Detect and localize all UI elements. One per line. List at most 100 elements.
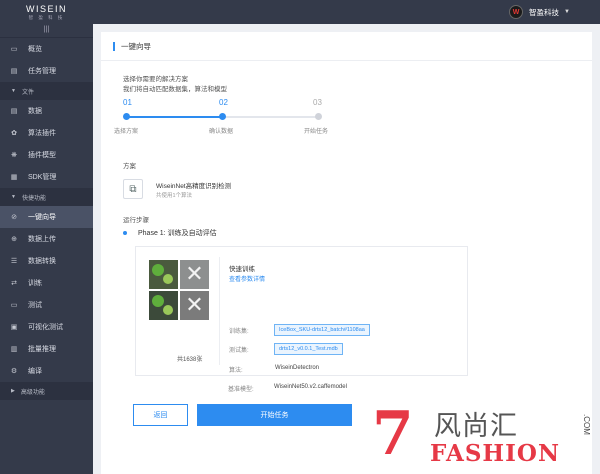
- chevron-down-icon: ▼: [564, 9, 570, 15]
- sidebar-item-algorithm-plugin[interactable]: ✿ 算法插件: [0, 122, 93, 144]
- step-label-1: 选择方案: [114, 129, 139, 135]
- dataset-thumbnail: ✕: [180, 291, 209, 320]
- step-number-3: 03: [313, 98, 322, 107]
- step-number-2: 02: [219, 98, 228, 107]
- sidebar-item-one-click-wizard[interactable]: ⊘ 一键向导: [0, 206, 93, 228]
- sidebar-group-file[interactable]: ▼ 文件: [0, 82, 93, 100]
- caret-right-icon: ▶: [11, 388, 15, 394]
- sidebar-item-label: 数据上传: [28, 236, 56, 243]
- brand-name: WISEIN: [25, 4, 67, 14]
- watermark-chinese: 风尚汇: [434, 411, 518, 441]
- sidebar-item-visual-testing[interactable]: ▣ 可视化测试: [0, 316, 93, 338]
- cog-icon: ❋: [11, 152, 17, 159]
- phase-detail-card: ✕ ✕ 共1638张 快速训练 查看参数详情 训练集: IceBox_SKU-d…: [135, 246, 468, 376]
- step-number-1: 01: [123, 98, 132, 107]
- sidebar-item-plugin-model[interactable]: ❋ 插件模型: [0, 144, 93, 166]
- bullet-icon: [123, 231, 127, 235]
- train-set-label: 训练集:: [229, 329, 249, 335]
- document-icon: ▤: [10, 68, 18, 75]
- algorithm-label: 算法:: [229, 368, 243, 374]
- sidebar-group-quick[interactable]: ▼ 快捷功能: [0, 188, 93, 206]
- sidebar-item-data[interactable]: ▤ 数据: [0, 100, 93, 122]
- phase-item: Phase 1: 训练及自动评估: [123, 228, 217, 238]
- sidebar-group-label: 快捷功能: [21, 195, 46, 202]
- instruction-subtext: 我们将自动匹配数据集，算法和模型: [123, 86, 227, 93]
- title-accent-bar: [113, 41, 115, 51]
- sidebar-item-task-management[interactable]: ▤ 任务管理: [0, 60, 93, 82]
- wizard-steps: 01 02 03 选择方案 确认数据 开始任务: [114, 98, 363, 138]
- step-connector-pending: [223, 116, 318, 118]
- x-shape-icon: ✕: [185, 292, 204, 317]
- sidebar-item-label: 一键向导: [28, 214, 56, 221]
- sidebar-item-sdk-management[interactable]: ▦ SDK管理: [0, 166, 93, 188]
- sidebar-item-training[interactable]: ⇄ 训练: [0, 272, 93, 294]
- training-mode: 快速训练: [229, 266, 255, 273]
- scheme-section-label: 方案: [123, 163, 136, 170]
- sidebar-item-overview[interactable]: ▭ 概览: [0, 38, 93, 60]
- sidebar-item-label: 算法插件: [28, 130, 56, 137]
- scheme-algorithm-count: 共使用1个算法: [156, 193, 193, 199]
- image-icon: ▣: [10, 324, 18, 331]
- panel-header: 一键向导: [101, 32, 592, 61]
- sidebar-group-advanced[interactable]: ▶ 高级功能: [0, 382, 93, 400]
- sidebar-group-label: 高级功能: [20, 389, 45, 396]
- x-shape-icon: ✕: [185, 261, 204, 286]
- brand-logo[interactable]: WISEIN 智 盈 科 技: [0, 0, 93, 24]
- sidebar-item-compile[interactable]: ⚙ 编译: [0, 360, 93, 382]
- user-name: 智盈科技: [529, 7, 560, 17]
- test-set-tag[interactable]: drts12_v0.0.1_Test.mdb: [274, 343, 343, 355]
- step-label-3: 开始任务: [304, 129, 329, 135]
- instruction-text: 选择你需要的解决方案: [123, 76, 188, 83]
- watermark-digit: 7: [372, 399, 414, 469]
- brand-subtitle: 智 盈 科 技: [28, 15, 65, 20]
- sidebar-item-batch-inference[interactable]: ▥ 批量推理: [0, 338, 93, 360]
- screen-icon: ▭: [10, 302, 18, 309]
- sidebar-item-data-conversion[interactable]: ☰ 数据转换: [0, 250, 93, 272]
- upload-icon: ⊕: [11, 236, 17, 243]
- view-params-link[interactable]: 查看参数详情: [229, 274, 265, 283]
- step-dot-1: [123, 113, 130, 120]
- layers-icon: ▥: [10, 346, 18, 353]
- base-model-value: WiseinNet50.v2.caffemodel: [274, 384, 347, 390]
- sidebar-item-label: 数据: [28, 108, 42, 115]
- run-steps-label: 运行步骤: [123, 217, 149, 224]
- caret-down-icon: ▼: [11, 88, 16, 94]
- sidebar-item-label: 编译: [28, 368, 42, 375]
- wizard-icon: ⊘: [11, 214, 17, 221]
- collapse-menu-button[interactable]: |||: [0, 24, 93, 38]
- start-task-button[interactable]: 开始任务: [197, 404, 352, 426]
- copy-icon: ⧉: [123, 179, 143, 199]
- file-icon: ▤: [10, 108, 18, 115]
- sidebar-item-data-upload[interactable]: ⊕ 数据上传: [0, 228, 93, 250]
- watermark-logo: 7 风尚汇 FASHION .COM: [372, 404, 600, 474]
- train-set-tag[interactable]: IceBox_SKU-drts12_batch#1108aa: [274, 324, 370, 336]
- step-connector-done: [126, 116, 223, 118]
- divider: [219, 257, 220, 365]
- sidebar-item-label: 可视化测试: [28, 324, 63, 331]
- sidebar-item-label: 批量推理: [28, 346, 56, 353]
- scheme-name: WiseinNet高精度识别检测: [156, 183, 232, 190]
- sidebar-item-label: SDK管理: [28, 174, 57, 181]
- avatar: W: [509, 5, 524, 19]
- step-label-2: 确认数据: [209, 129, 234, 135]
- step-dot-3: [315, 113, 322, 120]
- sidebar-group-label: 文件: [21, 89, 34, 96]
- sidebar-item-testing[interactable]: ▭ 测试: [0, 294, 93, 316]
- back-button[interactable]: 返回: [133, 404, 188, 426]
- algorithm-value: WiseinDetectron: [275, 365, 320, 371]
- base-model-label: 基准模型:: [228, 387, 254, 393]
- page-title: 一键向导: [121, 41, 151, 51]
- top-bar: WISEIN 智 盈 科 技 W 智盈科技 ▼: [0, 0, 600, 24]
- sidebar-item-label: 测试: [28, 302, 42, 309]
- grid-icon: ▦: [10, 174, 18, 181]
- test-set-label: 测试集:: [229, 348, 249, 354]
- watermark-english: FASHION: [430, 440, 560, 467]
- monitor-icon: ▭: [10, 46, 18, 53]
- shuffle-icon: ⇄: [11, 280, 17, 287]
- database-icon: ☰: [10, 258, 18, 265]
- user-menu[interactable]: W 智盈科技 ▼: [509, 4, 570, 20]
- step-dot-2: [219, 113, 226, 120]
- watermark-domain: .COM: [582, 414, 591, 435]
- sidebar-item-label: 任务管理: [28, 68, 56, 75]
- dataset-thumbnails: ✕ ✕: [149, 260, 209, 320]
